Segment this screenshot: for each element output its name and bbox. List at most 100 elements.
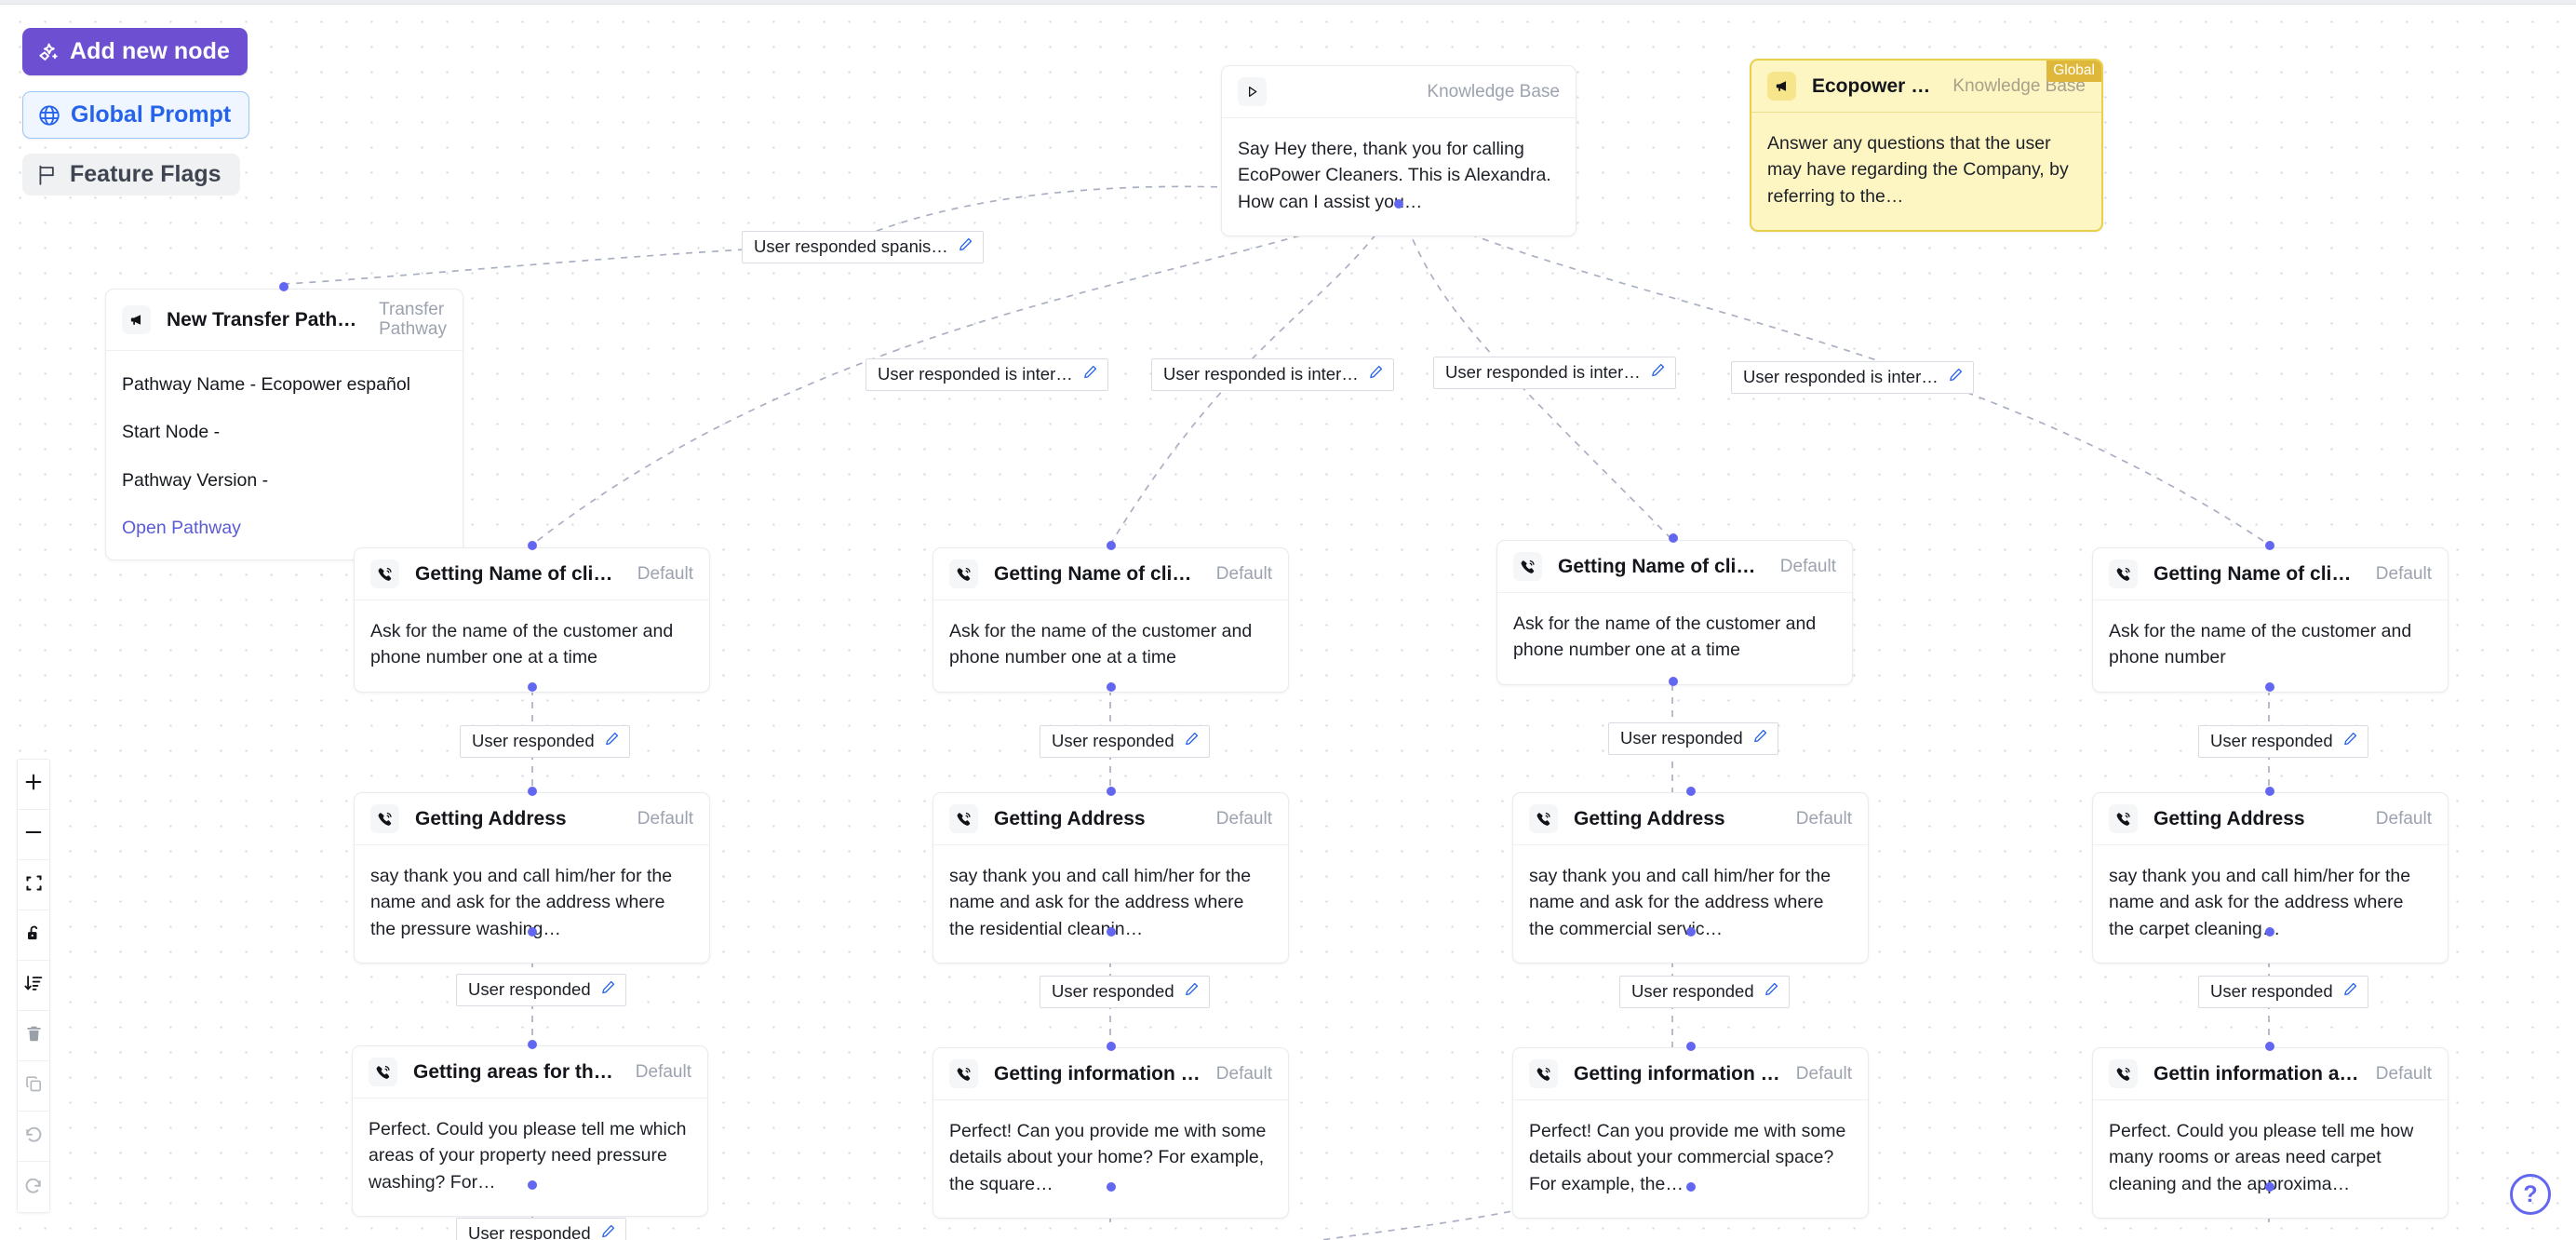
edge-label-user-responded-name-4[interactable]: User responded <box>2198 725 2368 758</box>
pencil-icon[interactable] <box>1184 981 1200 1002</box>
open-pathway-link[interactable]: Open Pathway <box>122 515 447 541</box>
zoom-out-button[interactable] <box>18 810 49 860</box>
global-prompt-button[interactable]: Global Prompt <box>22 91 250 139</box>
auto-layout-button[interactable] <box>18 961 49 1011</box>
node-getting-info-2[interactable]: Getting information about the… Default P… <box>932 1047 1289 1219</box>
node-handle-addr1-bottom[interactable] <box>528 927 537 937</box>
help-button[interactable]: ? <box>2510 1174 2551 1215</box>
node-getting-info-1[interactable]: Getting areas for the service Default Pe… <box>352 1045 708 1217</box>
edge-label-interested-3[interactable]: User responded is inter… <box>1433 357 1676 389</box>
pencil-icon[interactable] <box>1368 364 1384 384</box>
node-getting-name-3[interactable]: Getting Name of client Default Ask for t… <box>1496 540 1853 685</box>
edge-label-user-responded-addr-4[interactable]: User responded <box>2198 976 2368 1008</box>
global-prompt-label: Global Prompt <box>71 101 232 128</box>
node-handle-info4-top[interactable] <box>2265 1042 2274 1051</box>
pencil-icon[interactable] <box>1948 367 1964 387</box>
node-handle-name1-bottom[interactable] <box>528 682 537 692</box>
node-getting-info-3[interactable]: Getting information about the… Default P… <box>1512 1047 1869 1219</box>
edge-label-interested-1[interactable]: User responded is inter… <box>865 358 1108 391</box>
node-handle-info2-top[interactable] <box>1107 1042 1116 1051</box>
node-title: Getting Address <box>994 807 1146 829</box>
pencil-icon[interactable] <box>2342 731 2358 751</box>
pencil-icon[interactable] <box>604 731 620 751</box>
node-handle-addr4-top[interactable] <box>2265 787 2274 796</box>
node-handle-name4-top[interactable] <box>2265 541 2274 550</box>
node-handle-info1-top[interactable] <box>528 1040 537 1049</box>
node-handle-transfer-top[interactable] <box>279 282 288 291</box>
node-handle-addr2-bottom[interactable] <box>1107 927 1116 937</box>
edge-label-user-responded-info-1[interactable]: User responded <box>456 1218 626 1240</box>
edge-label-text: User responded is inter… <box>1163 364 1359 384</box>
node-handle-info1-bottom[interactable] <box>528 1180 537 1190</box>
pencil-icon[interactable] <box>1764 981 1779 1002</box>
node-getting-name-2[interactable]: Getting Name of client Default Ask for t… <box>932 547 1289 693</box>
node-type-tag: Default <box>637 563 693 584</box>
edge-label-user-responded-name-3[interactable]: User responded <box>1608 722 1778 755</box>
edge-label-interested-2[interactable]: User responded is inter… <box>1151 358 1394 391</box>
pencil-icon[interactable] <box>1752 728 1768 748</box>
feature-flags-button[interactable]: Feature Flags <box>22 154 240 195</box>
node-type-tag: Transfer Pathway <box>379 300 447 339</box>
node-handle-info3-top[interactable] <box>1686 1042 1696 1051</box>
node-body: Ask for the name of the customer and pho… <box>1513 613 1817 661</box>
edge-label-user-responded-addr-3[interactable]: User responded <box>1619 976 1790 1008</box>
copy-button[interactable] <box>18 1061 49 1112</box>
edge-label-text: User responded <box>472 731 595 750</box>
fit-view-button[interactable] <box>18 860 49 910</box>
node-getting-address-4[interactable]: Getting Address Default say thank you an… <box>2092 792 2449 964</box>
node-getting-address-1[interactable]: Getting Address Default say thank you an… <box>354 792 710 964</box>
node-handle-info4-bottom[interactable] <box>2265 1182 2274 1192</box>
node-title: Getting information about the… <box>994 1062 1201 1085</box>
node-getting-name-1[interactable]: Getting Name of client Default Ask for t… <box>354 547 710 693</box>
edge-label-user-responded-addr-1[interactable]: User responded <box>456 974 626 1006</box>
node-handle-name4-bottom[interactable] <box>2265 682 2274 692</box>
node-title: Getting information about the… <box>1574 1062 1780 1085</box>
node-getting-address-2[interactable]: Getting Address Default say thank you an… <box>932 792 1289 964</box>
node-handle-addr2-top[interactable] <box>1107 787 1116 796</box>
node-global-ecopower-questions[interactable]: Global Ecopower Questions Knowledge Base… <box>1750 59 2103 232</box>
edge-label-user-responded-addr-2[interactable]: User responded <box>1040 976 1210 1008</box>
node-handle-name1-top[interactable] <box>528 541 537 550</box>
pencil-icon[interactable] <box>600 979 616 1000</box>
node-getting-info-4[interactable]: Gettin information about the… Default Pe… <box>2092 1047 2449 1219</box>
edge-label-interested-4[interactable]: User responded is inter… <box>1731 361 1974 394</box>
node-handle-name2-top[interactable] <box>1107 541 1116 550</box>
pencil-icon[interactable] <box>2342 981 2358 1002</box>
node-handle-addr1-top[interactable] <box>528 787 537 796</box>
pencil-icon[interactable] <box>1650 362 1666 383</box>
add-new-node-button[interactable]: Add new node <box>22 28 248 75</box>
pencil-icon[interactable] <box>600 1223 616 1240</box>
node-handle-addr3-top[interactable] <box>1686 787 1696 796</box>
auto-layout-icon <box>23 973 44 998</box>
node-transfer-pathway[interactable]: New Transfer Pathway… Transfer Pathway P… <box>105 289 463 561</box>
node-handle-info2-bottom[interactable] <box>1107 1182 1116 1192</box>
node-handle-info3-bottom[interactable] <box>1686 1182 1696 1192</box>
node-getting-address-3[interactable]: Getting Address Default say thank you an… <box>1512 792 1869 964</box>
pencil-icon[interactable] <box>1082 364 1098 384</box>
node-handle-name2-bottom[interactable] <box>1107 682 1116 692</box>
plus-icon <box>23 772 44 797</box>
edge-label-text: User responded is inter… <box>1743 367 1939 386</box>
node-start[interactable]: Knowledge Base Say Hey there, thank you … <box>1221 65 1576 236</box>
lock-toggle-button[interactable] <box>18 910 49 961</box>
feature-flags-label: Feature Flags <box>70 161 221 187</box>
copy-icon <box>24 1074 44 1098</box>
delete-button[interactable] <box>18 1011 49 1061</box>
zoom-in-button[interactable] <box>18 760 49 810</box>
pathway-canvas[interactable]: Add new node Global Prompt Feature Flags <box>0 0 2576 1240</box>
phone-ring-icon <box>370 804 399 833</box>
node-header: Getting information about the… Default <box>1513 1048 1868 1100</box>
node-handle-addr3-bottom[interactable] <box>1686 927 1696 937</box>
node-getting-name-4[interactable]: Getting Name of client Default Ask for t… <box>2092 547 2449 693</box>
edge-label-spanish[interactable]: User responded spanis… <box>742 231 984 263</box>
redo-button[interactable] <box>18 1162 49 1212</box>
node-handle-addr4-bottom[interactable] <box>2265 927 2274 937</box>
node-handle-start-bottom[interactable] <box>1394 199 1403 209</box>
pencil-icon[interactable] <box>958 236 973 257</box>
pencil-icon[interactable] <box>1184 731 1200 751</box>
node-handle-name3-bottom[interactable] <box>1669 677 1678 686</box>
edge-label-user-responded-name-1[interactable]: User responded <box>460 725 630 758</box>
node-handle-name3-top[interactable] <box>1669 533 1678 543</box>
edge-label-user-responded-name-2[interactable]: User responded <box>1040 725 1210 758</box>
undo-button[interactable] <box>18 1112 49 1162</box>
